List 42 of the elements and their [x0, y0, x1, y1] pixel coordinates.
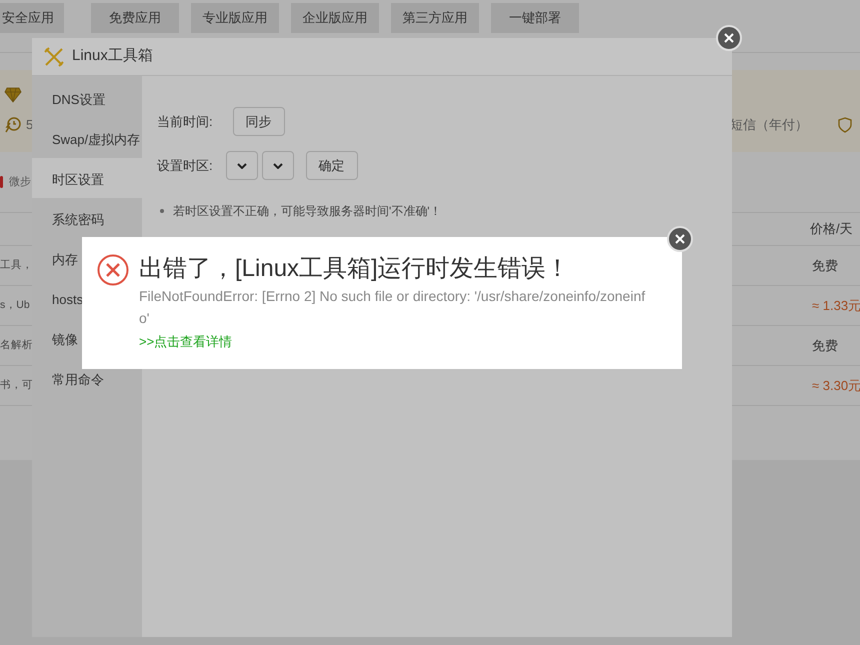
table-cell-text: 工具，: [0, 258, 33, 273]
table-cell-text: s，Ub: [0, 298, 30, 313]
table-cell-text: 免费: [812, 336, 839, 355]
tools-icon: [44, 46, 64, 66]
shield-icon: [838, 117, 852, 133]
table-cell-text: 书，可: [0, 378, 33, 393]
close-icon: [724, 33, 734, 43]
field-label: 当前时间:: [157, 112, 213, 131]
category-tab[interactable]: 安全应用: [0, 3, 64, 33]
table-cell-text: ≈ 3.30元: [812, 376, 860, 395]
sidebar-item[interactable]: 系统密码: [32, 198, 142, 238]
window-title: Linux工具箱: [72, 46, 153, 66]
error-message: FileNotFoundError: [Errno 2] No such file or directory: '/usr/share/zoneinfo/zoneinfo': [139, 287, 646, 328]
filter-label: 微步: [9, 174, 31, 190]
timezone-select[interactable]: [262, 151, 294, 180]
sync-button[interactable]: 同步: [232, 107, 285, 136]
error-title: 出错了，[Linux工具箱]运行时发生错误！: [139, 254, 571, 284]
category-tab[interactable]: 专业版应用: [191, 3, 279, 33]
bullet-icon: [160, 209, 164, 213]
sidebar-item[interactable]: Swap/虚拟内存: [32, 118, 142, 158]
sidebar-item[interactable]: 时区设置: [32, 158, 142, 198]
table-cell-text: 免费: [812, 256, 839, 275]
error-icon: [97, 254, 129, 286]
chevron-down-icon: [236, 162, 247, 168]
table-cell-text: 名解析: [0, 338, 33, 353]
details-link[interactable]: >>点击查看详情: [139, 332, 652, 352]
confirm-button[interactable]: 确定: [306, 151, 358, 180]
category-tab[interactable]: 第三方应用: [391, 3, 479, 33]
category-tab[interactable]: 企业版应用: [291, 3, 379, 33]
table-header: 价格/天: [810, 220, 854, 238]
chevron-down-icon: [272, 162, 283, 168]
category-tab[interactable]: 免费应用: [91, 3, 179, 33]
sidebar-item[interactable]: DNS设置: [32, 78, 142, 118]
field-label: 设置时区:: [157, 156, 213, 175]
diamond-icon: [4, 87, 22, 104]
table-cell-text: ≈ 1.33元: [812, 296, 860, 315]
close-icon: [675, 234, 685, 244]
clock-icon: [4, 116, 22, 134]
note-text: 若时区设置不正确，可能导致服务器时间'不准确'！: [173, 203, 442, 220]
timezone-select[interactable]: [226, 151, 258, 180]
category-tab[interactable]: 一键部署: [491, 3, 579, 33]
marker-icon: [0, 176, 3, 188]
